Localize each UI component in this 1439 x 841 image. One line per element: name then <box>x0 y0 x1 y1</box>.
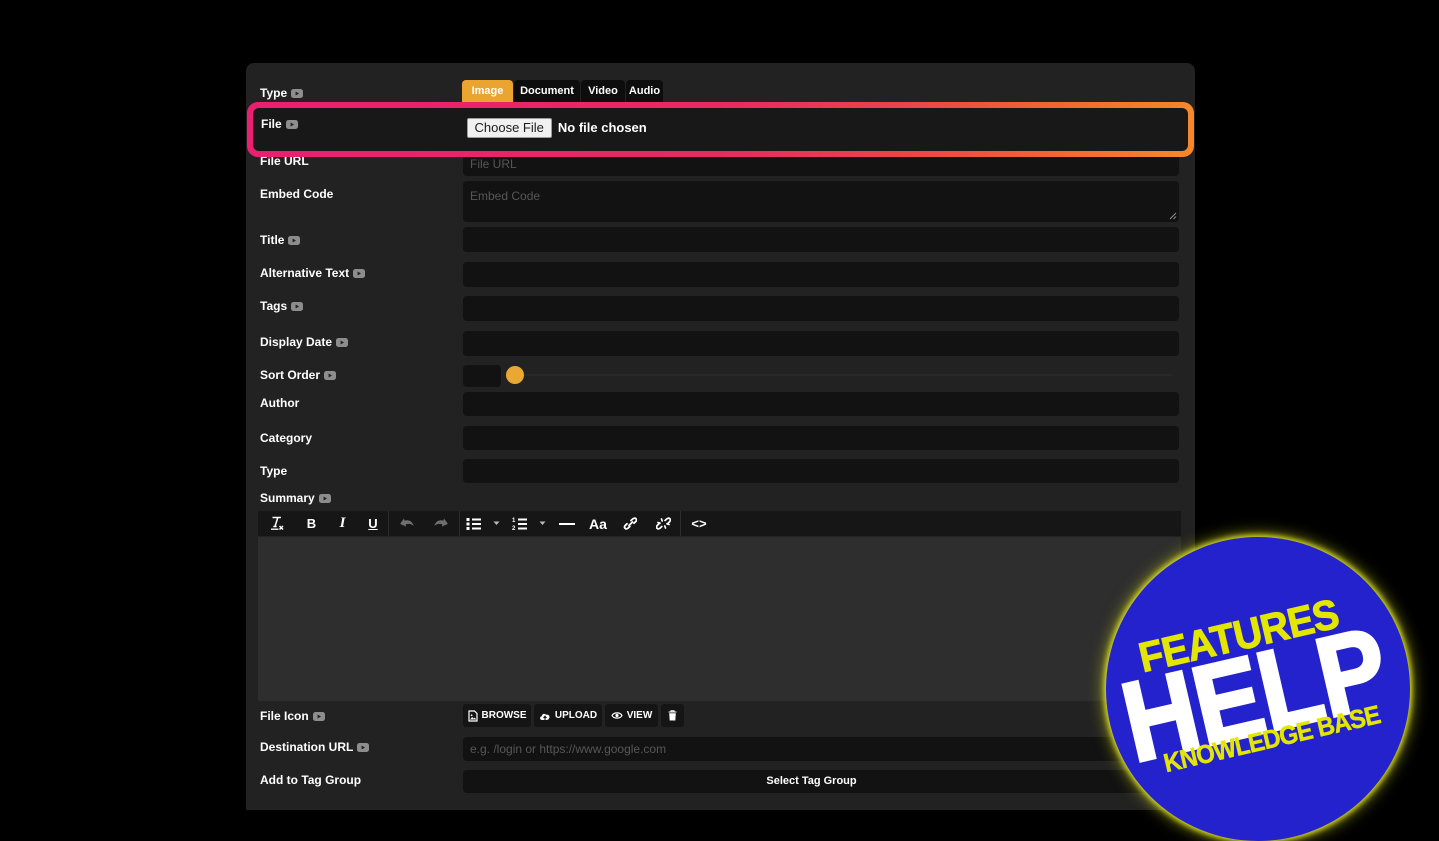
svg-text:2: 2 <box>512 526 516 530</box>
svg-text:1: 1 <box>512 518 516 524</box>
